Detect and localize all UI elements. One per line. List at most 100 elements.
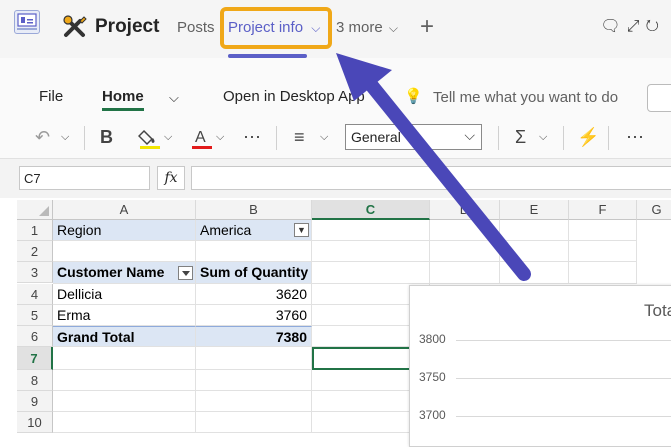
y-tick-label: 3800 [419, 332, 446, 346]
ribbon-collapse-chevron-icon[interactable]: ⌵ [169, 90, 179, 106]
cell-b3[interactable]: Sum of Quantity [196, 262, 312, 284]
name-box[interactable]: C7 [19, 166, 150, 190]
refresh-icon[interactable]: ↻ [646, 18, 666, 35]
ribbon-tab-file[interactable]: File [39, 88, 63, 105]
cell-a4[interactable]: Dellicia [53, 284, 196, 305]
dropdown-arrow-icon[interactable] [178, 266, 193, 280]
cell-c2[interactable] [312, 241, 430, 262]
column-header-d[interactable]: D [430, 200, 500, 220]
conversation-icon[interactable]: 🗨 [600, 18, 626, 35]
row-header-9[interactable]: 9 [17, 391, 53, 412]
more-options-icon[interactable]: ⋯ [243, 127, 261, 149]
row-header-5[interactable]: 5 [17, 305, 53, 326]
y-tick-label: 3700 [419, 408, 446, 422]
cell-f1[interactable] [569, 220, 637, 241]
ideas-lightning-icon[interactable]: ⚡ [577, 127, 599, 149]
cell-c1[interactable] [312, 220, 430, 241]
font-color-dropdown-chevron-icon[interactable]: ⌵ [216, 131, 224, 153]
row-header-8[interactable]: 8 [17, 370, 53, 391]
cell-e1[interactable] [500, 220, 569, 241]
cell-b4[interactable]: 3620 [196, 284, 312, 305]
header-actions: 🗨⤢↻ [600, 16, 665, 36]
row-header-7[interactable]: 7 [17, 347, 53, 370]
cell-a1[interactable]: Region [53, 220, 196, 241]
pivot-chart[interactable]: Tota 3800 3750 3700 [409, 285, 671, 447]
cell-a6[interactable]: Grand Total [53, 326, 196, 347]
expand-icon[interactable]: ⤢ [627, 18, 646, 35]
cell-d2[interactable] [430, 241, 500, 262]
row-header-3[interactable]: 3 [17, 262, 53, 283]
fill-color-icon[interactable] [137, 127, 162, 149]
cell-e2[interactable] [500, 241, 569, 262]
cell-a3[interactable]: Customer Name [53, 262, 196, 284]
add-tab-button[interactable]: + [420, 13, 434, 41]
svg-text:A: A [195, 129, 206, 146]
number-format-select[interactable]: General ⌵ [345, 124, 482, 150]
tab-more-label: 3 more [336, 19, 383, 36]
editing-pen-icon[interactable] [647, 84, 671, 112]
insert-function-button[interactable]: fx [157, 166, 185, 190]
cell-a10[interactable] [53, 412, 196, 433]
chart-title: Tota [644, 301, 671, 320]
cell-b10[interactable] [196, 412, 312, 433]
column-header-f[interactable]: F [569, 200, 637, 220]
cell-b8[interactable] [196, 370, 312, 391]
cell-a7[interactable] [53, 347, 196, 370]
y-tick-label: 3750 [419, 370, 446, 384]
cell-b2[interactable] [196, 241, 312, 262]
whiteboard-app-icon[interactable] [14, 10, 40, 34]
cell-f2[interactable] [569, 241, 637, 262]
row-header-2[interactable]: 2 [17, 241, 53, 262]
cell-d3[interactable] [430, 262, 500, 284]
cell-a8[interactable] [53, 370, 196, 391]
highlight-box [220, 7, 332, 49]
cell-e3[interactable] [500, 262, 569, 284]
more-commands-icon[interactable]: ⋯ [626, 127, 644, 149]
tab-more[interactable]: 3 more ⌵ [336, 19, 398, 36]
cell-a5[interactable]: Erma [53, 305, 196, 326]
lightbulb-icon: 💡 [404, 88, 423, 105]
cell-b9[interactable] [196, 391, 312, 412]
tools-icon [62, 14, 88, 40]
autosum-icon[interactable]: Σ [515, 127, 526, 149]
toolbar-separator [84, 126, 85, 150]
cell-c3[interactable] [312, 262, 430, 284]
cell-a2[interactable] [53, 241, 196, 262]
row-header-10[interactable]: 10 [17, 412, 53, 433]
toolbar-separator [563, 126, 564, 150]
fill-dropdown-chevron-icon[interactable]: ⌵ [164, 131, 172, 153]
toolbar-separator [608, 126, 609, 150]
column-header-g[interactable]: G [637, 200, 671, 220]
column-header-b[interactable]: B [196, 200, 312, 220]
cell-b5[interactable]: 3760 [196, 305, 312, 326]
align-icon[interactable]: ≡ [294, 127, 305, 149]
chevron-down-icon: ⌵ [464, 127, 475, 143]
undo-dropdown-chevron-icon[interactable]: ⌵ [61, 131, 69, 153]
tab-posts[interactable]: Posts [177, 19, 215, 36]
align-dropdown-chevron-icon[interactable]: ⌵ [320, 131, 328, 153]
cell-f3[interactable] [569, 262, 637, 284]
cell-a9[interactable] [53, 391, 196, 412]
row-header-1[interactable]: 1 [17, 220, 53, 241]
cell-d1[interactable] [430, 220, 500, 241]
autosum-dropdown-chevron-icon[interactable]: ⌵ [539, 131, 547, 153]
column-header-e[interactable]: E [500, 200, 569, 220]
row-header-6[interactable]: 6 [17, 326, 53, 347]
row-header-4[interactable]: 4 [17, 284, 53, 305]
open-desktop-button[interactable]: Open in Desktop App [223, 88, 365, 105]
cell-b7[interactable] [196, 347, 312, 370]
toolbar-separator [498, 126, 499, 150]
tell-me-search[interactable]: Tell me what you want to do [433, 89, 618, 106]
gridline [456, 340, 671, 341]
column-header-c[interactable]: C [312, 200, 430, 220]
cell-b6[interactable]: 7380 [196, 326, 312, 347]
column-header-a[interactable]: A [53, 200, 196, 220]
ribbon-tab-indicator [102, 108, 144, 111]
formula-input[interactable] [191, 166, 671, 190]
select-all-corner[interactable] [17, 200, 53, 220]
font-color-icon[interactable]: A [190, 127, 214, 149]
filter-icon[interactable]: ▼ [294, 223, 309, 237]
bold-icon[interactable]: B [100, 127, 113, 149]
ribbon-tab-home[interactable]: Home [102, 88, 144, 105]
undo-icon[interactable]: ↶ [35, 127, 50, 149]
